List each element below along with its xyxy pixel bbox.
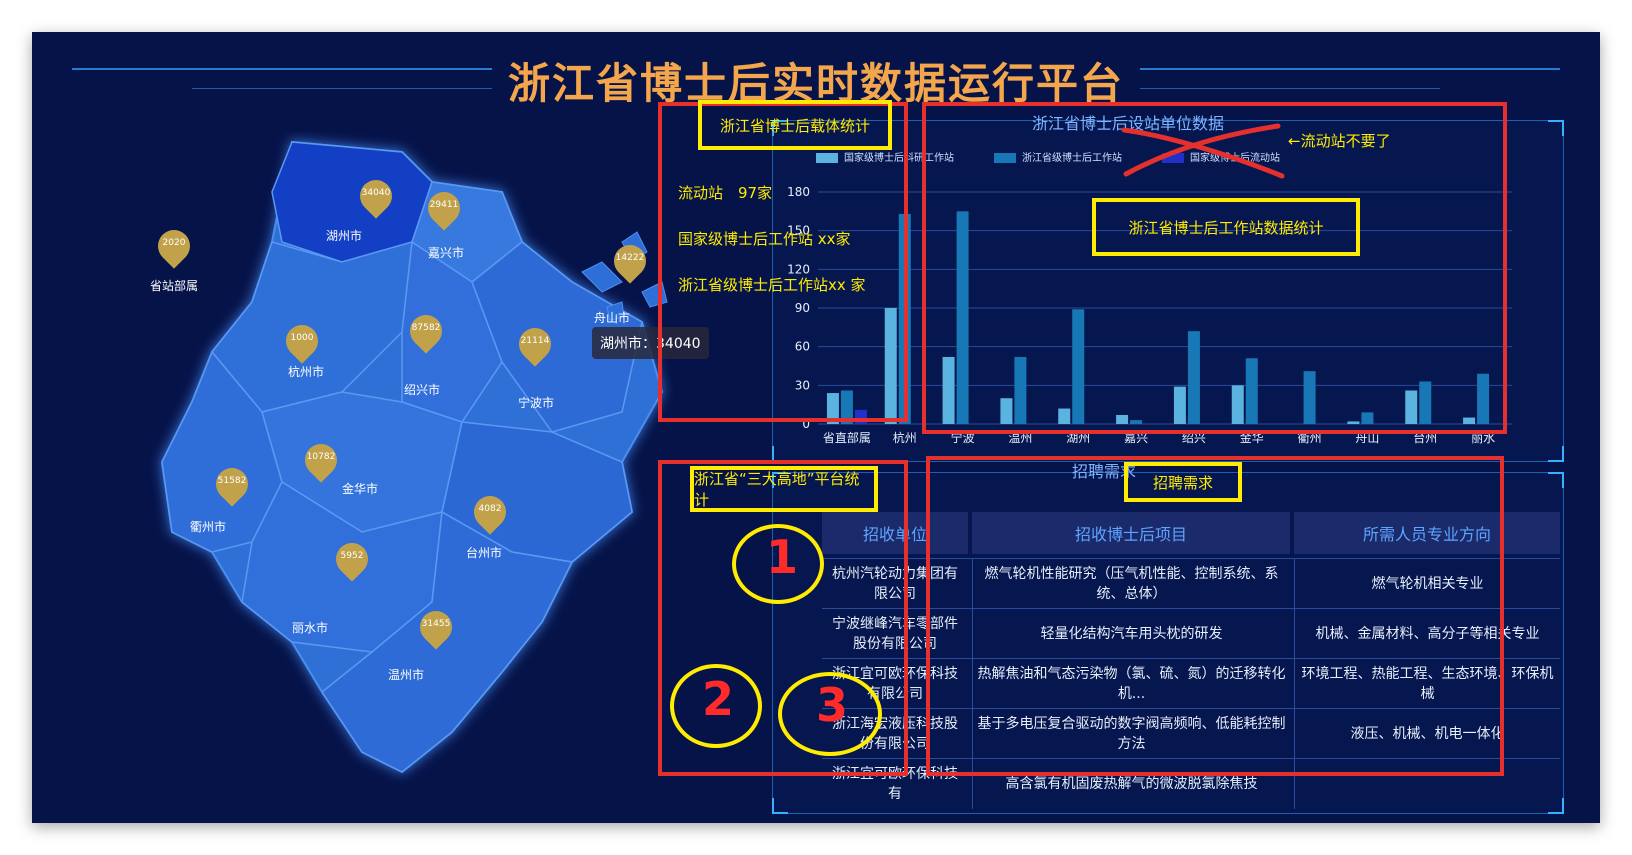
city-label-huzhou: 湖州市: [325, 229, 363, 243]
map-pin-hangzhou[interactable]: 1000: [279, 318, 325, 365]
annotation-note-mobile: ←流动站不要了: [1288, 132, 1391, 150]
annotation-digit-1: 1: [766, 530, 799, 584]
map-pin-zhoushan[interactable]: 14222: [607, 238, 653, 285]
city-label-provincial: 省站部属: [149, 279, 199, 293]
zhejiang-map[interactable]: 34040 湖州市 29411 嘉兴市 14222 舟山市 2020 省站部属 …: [102, 132, 742, 812]
map-pin-shaoxing[interactable]: 87582: [403, 308, 449, 355]
map-pin-taizhou[interactable]: 4082: [467, 489, 513, 536]
city-label-jinhua: 金华市: [341, 482, 379, 496]
annotation-title-recruit: 招聘需求: [1124, 462, 1242, 502]
carrier-line-provincial: 浙江省级博士后工作站xx 家: [678, 276, 866, 294]
annotation-digit-2: 2: [702, 672, 735, 726]
map-pin-ningbo[interactable]: 21114: [512, 321, 558, 368]
x-tick-label: 省直部属: [823, 430, 871, 445]
city-label-hangzhou: 杭州市: [287, 365, 325, 379]
carrier-line-national: 国家级博士后工作站 xx家: [678, 230, 851, 248]
dashboard-screen: 浙江省博士后实时数据运行平台 34040 湖州市 29411 嘉兴市 14222…: [32, 32, 1600, 823]
city-label-shaoxing: 绍兴市: [403, 383, 441, 397]
annotation-digit-3: 3: [816, 678, 849, 732]
map-pin-huzhou[interactable]: 34040: [353, 173, 399, 220]
map-pin-lishui[interactable]: 5952: [329, 536, 375, 583]
city-label-wenzhou: 温州市: [387, 668, 425, 682]
map-pin-provincial[interactable]: 2020: [151, 223, 197, 270]
carrier-line-mobile: 流动站 97家: [678, 184, 773, 202]
map-pin-jiaxing[interactable]: 29411: [421, 185, 467, 232]
annotation-title-workstation: 浙江省博士后工作站数据统计: [1092, 198, 1360, 256]
annotation-strike-mark: [1121, 123, 1285, 179]
annotation-title-talent: 浙江省“三大高地”平台统计: [690, 466, 878, 512]
map-svg: [160, 140, 668, 774]
annotation-title-carrier: 浙江省博士后载体统计: [698, 100, 892, 150]
city-label-zhoushan: 舟山市: [593, 311, 631, 325]
map-pin-wenzhou[interactable]: 31455: [413, 604, 459, 651]
city-label-taizhou: 台州市: [465, 546, 503, 560]
map-pin-jinhua[interactable]: 10782: [298, 437, 344, 484]
x-tick-label: 杭州: [893, 430, 917, 445]
map-pin-quzhou[interactable]: 51582: [209, 461, 255, 508]
city-label-quzhou: 衢州市: [189, 520, 227, 534]
annotation-red-box-carrier: [658, 102, 908, 422]
annotation-red-box-recruit: [926, 456, 1504, 776]
city-label-jiaxing: 嘉兴市: [427, 246, 465, 260]
city-label-lishui: 丽水市: [291, 621, 329, 635]
city-label-ningbo: 宁波市: [517, 396, 555, 410]
